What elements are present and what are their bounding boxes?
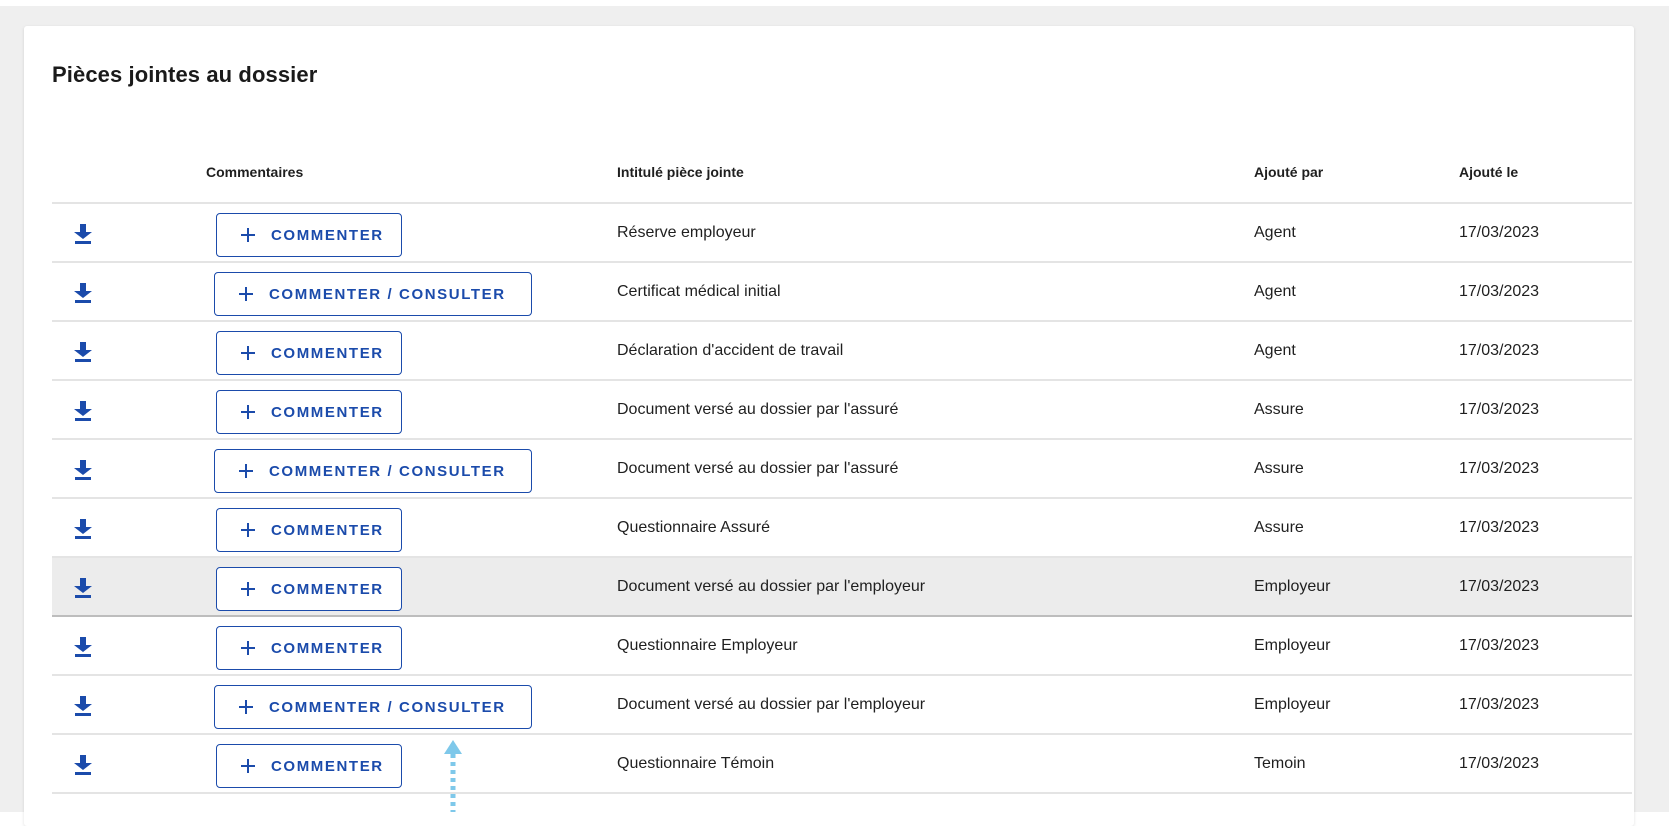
plus-icon — [239, 287, 253, 301]
added-by: Agent — [1254, 224, 1296, 241]
attachment-title: Document versé au dossier par l'assuré — [617, 460, 899, 477]
table-row: COMMENTER Déclaration d'accident de trava… — [52, 322, 1632, 381]
added-by: Temoin — [1254, 755, 1306, 772]
table-row: COMMENTER Document versé au dossier par l… — [52, 558, 1632, 617]
attachment-title: Certificat médical initial — [617, 283, 781, 300]
download-icon[interactable] — [74, 578, 92, 598]
comment-button[interactable]: COMMENTER — [216, 331, 402, 375]
attachment-title: Questionnaire Employeur — [617, 637, 798, 654]
comment-button[interactable]: COMMENTER — [216, 744, 402, 788]
download-icon[interactable] — [74, 755, 92, 775]
plus-icon — [241, 346, 255, 360]
attachment-title: Document versé au dossier par l'employeu… — [617, 578, 926, 595]
attachment-title: Déclaration d'accident de travail — [617, 342, 844, 359]
plus-icon — [241, 228, 255, 242]
plus-icon — [241, 641, 255, 655]
added-on: 17/03/2023 — [1459, 224, 1540, 241]
button-label: COMMENTER — [271, 226, 384, 244]
plus-icon — [241, 405, 255, 419]
section-title: Pièces jointes au dossier — [52, 62, 318, 87]
header-comments: Commentaires — [206, 164, 304, 180]
comment-button[interactable]: COMMENTER — [216, 626, 402, 670]
download-icon[interactable] — [74, 696, 92, 716]
added-on: 17/03/2023 — [1459, 755, 1540, 772]
added-by: Agent — [1254, 283, 1296, 300]
button-label: COMMENTER — [271, 403, 384, 421]
table-row: COMMENTER / CONSULTER Document versé au d… — [52, 676, 1632, 735]
button-label: COMMENTER — [271, 521, 384, 539]
button-label: COMMENTER — [271, 344, 384, 362]
added-by: Agent — [1254, 342, 1296, 359]
added-by: Assure — [1254, 460, 1304, 477]
button-label: COMMENTER — [271, 580, 384, 598]
table-row: COMMENTER Questionnaire Assuré Assure 17/03… — [52, 499, 1632, 558]
download-icon[interactable] — [74, 283, 92, 303]
comment-button[interactable]: COMMENTER — [216, 508, 402, 552]
added-on: 17/03/2023 — [1459, 696, 1540, 713]
added-on: 17/03/2023 — [1459, 283, 1540, 300]
added-on: 17/03/2023 — [1459, 519, 1540, 536]
added-by: Assure — [1254, 401, 1304, 418]
comment-consult-button[interactable]: COMMENTER / CONSULTER — [214, 449, 532, 493]
attachments-card: Pièces jointes au dossier Commentaires I… — [24, 26, 1634, 826]
comment-button[interactable]: COMMENTER — [216, 213, 402, 257]
button-label: COMMENTER — [271, 757, 384, 775]
comment-consult-button[interactable]: COMMENTER / CONSULTER — [214, 272, 532, 316]
table-body: COMMENTER Réserve employeur Agent 17/03/202… — [52, 204, 1632, 794]
table-row: COMMENTER / CONSULTER Certificat médical … — [52, 263, 1632, 322]
button-label: COMMENTER / CONSULTER — [269, 285, 506, 303]
comment-button[interactable]: COMMENTER — [216, 567, 402, 611]
button-label: COMMENTER — [271, 639, 384, 657]
table-row: COMMENTER Réserve employeur Agent 17/03/202… — [52, 204, 1632, 263]
added-by: Employeur — [1254, 578, 1331, 595]
added-by: Employeur — [1254, 637, 1331, 654]
table-row: COMMENTER / CONSULTER Document versé au d… — [52, 440, 1632, 499]
download-icon[interactable] — [74, 342, 92, 362]
table-row: COMMENTER Document versé au dossier par l… — [52, 381, 1632, 440]
attachment-title: Document versé au dossier par l'employeu… — [617, 696, 926, 713]
download-icon[interactable] — [74, 224, 92, 244]
plus-icon — [241, 582, 255, 596]
download-icon[interactable] — [74, 519, 92, 539]
comment-button[interactable]: COMMENTER — [216, 390, 402, 434]
header-title: Intitulé pièce jointe — [617, 164, 744, 180]
comment-consult-button[interactable]: COMMENTER / CONSULTER — [214, 685, 532, 729]
table-row: COMMENTER Questionnaire Témoin Temoin 17/03… — [52, 735, 1632, 794]
download-icon[interactable] — [74, 460, 92, 480]
added-on: 17/03/2023 — [1459, 460, 1540, 477]
annotation-arrow-icon — [444, 740, 462, 812]
header-added-on: Ajouté le — [1459, 164, 1519, 180]
added-by: Employeur — [1254, 696, 1331, 713]
plus-icon — [241, 759, 255, 773]
table-row: COMMENTER Questionnaire Employeur Employeu… — [52, 617, 1632, 676]
attachment-title: Questionnaire Témoin — [617, 755, 775, 772]
download-icon[interactable] — [74, 637, 92, 657]
added-on: 17/03/2023 — [1459, 637, 1540, 654]
header-added-by: Ajouté par — [1254, 164, 1324, 180]
table-header: Commentaires Intitulé pièce jointe Ajout… — [52, 150, 1632, 204]
plus-icon — [239, 464, 253, 478]
added-on: 17/03/2023 — [1459, 401, 1540, 418]
attachment-title: Réserve employeur — [617, 224, 756, 241]
added-by: Assure — [1254, 519, 1304, 536]
button-label: COMMENTER / CONSULTER — [269, 462, 506, 480]
download-icon[interactable] — [74, 401, 92, 421]
plus-icon — [241, 523, 255, 537]
button-label: COMMENTER / CONSULTER — [269, 698, 506, 716]
plus-icon — [239, 700, 253, 714]
attachment-title: Questionnaire Assuré — [617, 519, 770, 536]
added-on: 17/03/2023 — [1459, 342, 1540, 359]
added-on: 17/03/2023 — [1459, 578, 1540, 595]
attachments-table: Commentaires Intitulé pièce jointe Ajout… — [52, 150, 1632, 794]
attachment-title: Document versé au dossier par l'assuré — [617, 401, 899, 418]
